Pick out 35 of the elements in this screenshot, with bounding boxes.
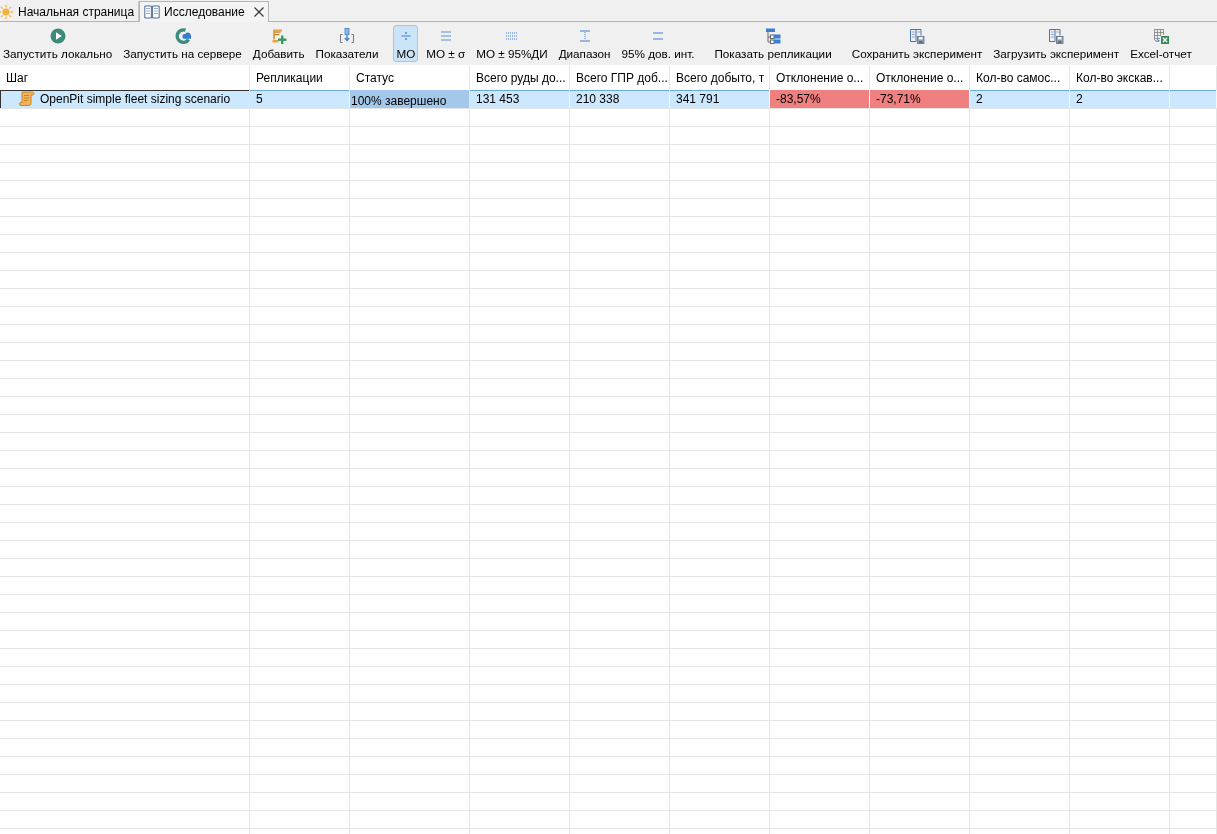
mean-ci-toggle[interactable]: МО ± 95%ДИ [473,25,551,62]
table-cell: 2 [970,90,1070,108]
table-cell: 210 338 [570,90,670,108]
progress-label: 100% завершено [351,93,447,110]
tree-icon [765,28,782,44]
arrow-box-icon [338,28,355,44]
mean-sd-toggle[interactable]: МО ± σ [423,25,469,62]
table-cell: -73,71% [870,90,970,108]
add-button[interactable]: Добавить [249,25,308,62]
sun-icon [0,3,14,20]
play-icon [49,28,66,44]
scroll-plus-icon [270,28,287,44]
tab[interactable]: Исследование [139,1,269,22]
range-toggle[interactable]: Диапазон [555,25,614,62]
step-name: OpenPit simple fleet sizing scenario [40,91,231,108]
save-experiment-button[interactable]: Сохранить эксперимент [848,25,986,62]
confidence-interval-toggle[interactable]: 95% дов. инт. [618,25,698,62]
column-header[interactable]: Шаг [0,66,250,90]
table-cell: 2 [1070,90,1170,108]
cloud-icon [174,28,191,44]
open-book-icon [144,4,161,20]
scroll-icon [19,91,35,107]
table-cell: 131 453 [470,90,570,108]
mean-toggle[interactable]: МО [393,25,419,62]
spreadsheet-icon [1152,28,1169,44]
book-disk-icon [1048,28,1065,44]
run-on-server-button[interactable]: Запустить на сервере [120,25,245,62]
excel-report-button[interactable]: Excel-отчет [1127,25,1195,62]
table-cell: -83,57% [770,90,870,108]
metrics-button[interactable]: Показатели [312,25,382,62]
show-replications-button[interactable]: Показать репликации [711,25,835,62]
load-experiment-button[interactable]: Загрузить эксперимент [990,25,1123,62]
table-row[interactable]: OpenPit simple fleet sizing scenario 5 100% завершено 131 453 210 338 341 791 -83,57% -73,71% 2 2 [0,90,1217,109]
run-locally-button[interactable]: Запустить локально [0,25,116,62]
close-icon[interactable] [253,7,264,17]
